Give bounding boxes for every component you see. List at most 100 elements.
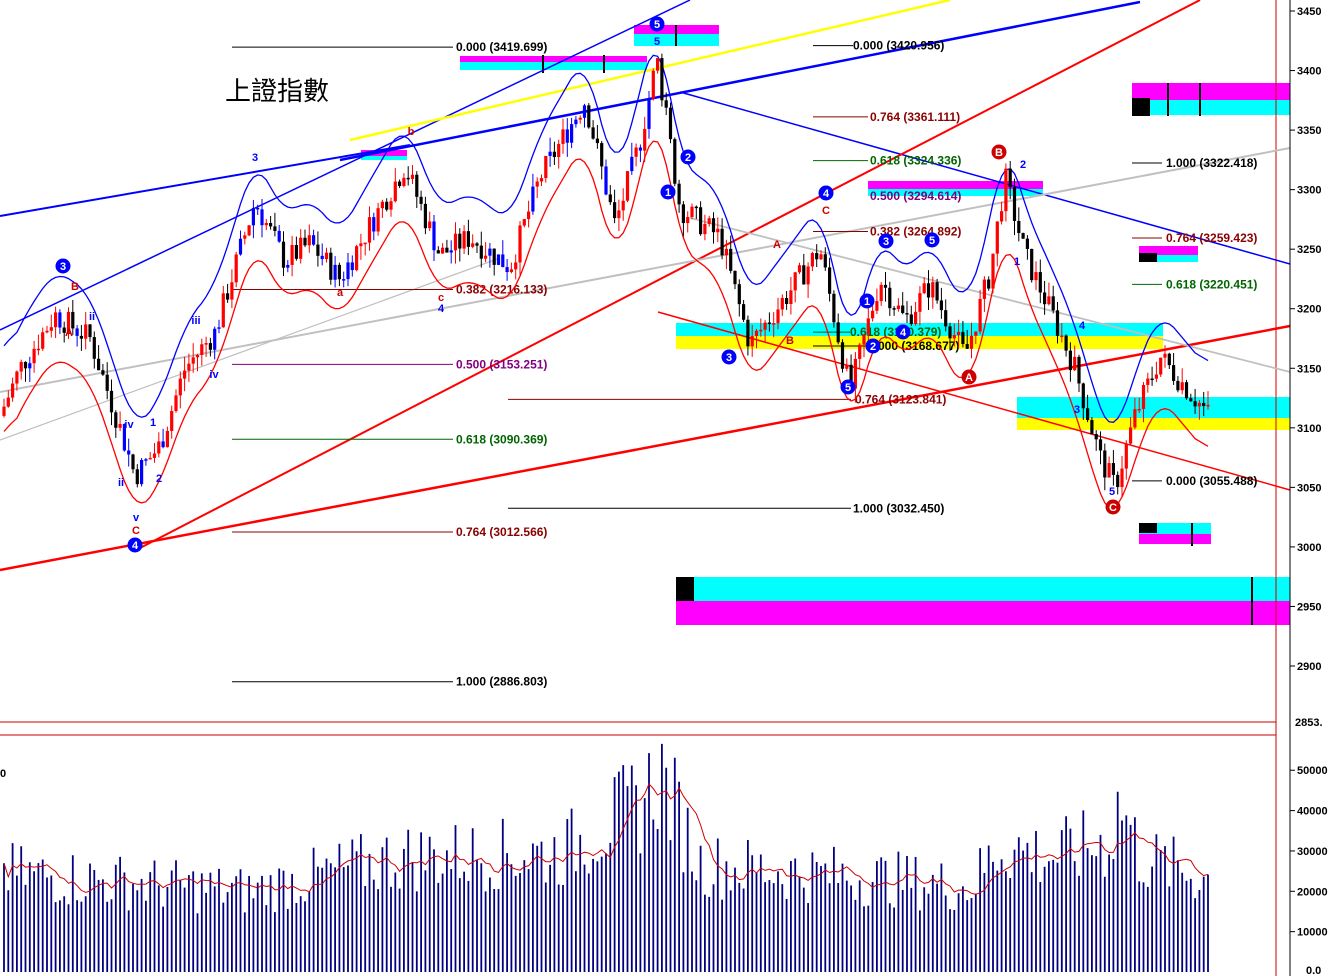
candle-body [703,223,707,235]
candle-body [316,244,320,256]
fib-label: 0.382 (3216.133) [456,283,547,297]
candle-body [582,105,587,118]
zone-block [1132,98,1150,116]
candle-body [1004,168,1008,212]
candle-body [922,283,926,294]
candle-body [337,264,341,280]
candle-body [243,235,247,239]
candle-body [673,139,677,184]
candle-body [372,217,376,232]
candle-body [1141,384,1146,409]
candle-body [871,310,875,319]
wave-label: B [995,147,1003,159]
fib-label: 0.764 (3361.111) [870,110,960,124]
candle-body [815,253,819,260]
candle-body [613,202,617,219]
fib-label: 0.618 (3090.369) [456,432,547,446]
candle-body [273,226,277,231]
candle-body [187,363,191,371]
price-tick-label: 3300 [1297,185,1321,197]
candle-body [208,343,212,350]
candle-body [866,318,870,335]
candle-body [505,267,509,273]
wave-label: A [965,372,973,384]
candle-body [875,301,879,311]
fib-label: 0.618 (3324.336) [870,154,961,168]
candle-body [264,223,268,226]
wave-label: 4 [438,303,445,315]
candle-body [557,143,561,158]
candle-body [385,201,389,210]
candle-body [1146,378,1150,385]
candle-body [522,219,526,226]
price-tick-label: 3350 [1297,125,1321,137]
candle-body [312,235,316,245]
candle-body [935,282,939,301]
candle-body [918,293,922,312]
cyan-zone [1017,397,1290,407]
candle-body [161,441,165,448]
candle-body [230,282,234,300]
candle-body [862,334,866,345]
candle-body [1081,383,1085,409]
wave-label: 1 [150,417,156,429]
candle-body [1025,238,1029,249]
candle-body [1120,468,1124,488]
cyan-zone [1132,100,1290,115]
candle-body [729,248,733,271]
candle-body [462,231,466,249]
magenta-zone [460,56,647,62]
candle-body [1116,474,1120,488]
candle-body [11,383,15,398]
candle-body [1197,402,1201,407]
candle-body [148,457,152,460]
price-tick-label: 3050 [1297,482,1321,494]
candle-body [832,293,836,323]
candle-body [2,406,6,416]
candle-body [393,181,397,202]
chart-title: 上證指數 [225,76,329,106]
candle-body [1094,434,1098,440]
candle-body [720,228,724,256]
candle-body [1064,335,1068,351]
candle-body [260,209,264,226]
candle-body [647,98,651,129]
volume-left-label: 0 [0,768,6,780]
candle-body [200,344,204,355]
candle-body [883,284,888,288]
candle-body [664,100,668,108]
candle-body [183,370,187,379]
wave-label: C [822,205,830,217]
candle-body [1154,374,1158,379]
candle-body [1086,408,1090,421]
candle-body [23,361,28,369]
candle-body [879,284,883,302]
candle-body [324,252,329,260]
candle-body [15,371,19,384]
wave-label: 3 [252,152,258,164]
wave-label: 4 [823,188,830,200]
candle-body [1124,443,1128,469]
wave-label: 4 [1079,320,1086,332]
candle-body [1098,439,1103,451]
volume-tick-label: 50000 [1297,765,1328,777]
fib-label: 1.000 (3032.450) [853,501,944,515]
wave-label: iv [209,369,219,381]
candle-body [58,312,62,328]
candle-body [957,331,961,336]
candle-body [501,254,505,268]
candle-body [1137,408,1141,411]
candle-body [828,267,832,294]
price-last-label: 2853. [1295,717,1323,729]
candle-body [716,228,720,233]
wave-label: 4 [132,540,139,552]
candle-body [269,223,273,227]
price-tick-label: 3450 [1297,6,1321,18]
candle-body [195,354,200,358]
candle-body [281,241,286,268]
fib-label: 0.000 (3420.956) [853,39,944,53]
candle-body [574,119,578,125]
candle-body [1017,220,1021,234]
candle-body [1107,463,1111,478]
candle-body [1021,233,1025,239]
